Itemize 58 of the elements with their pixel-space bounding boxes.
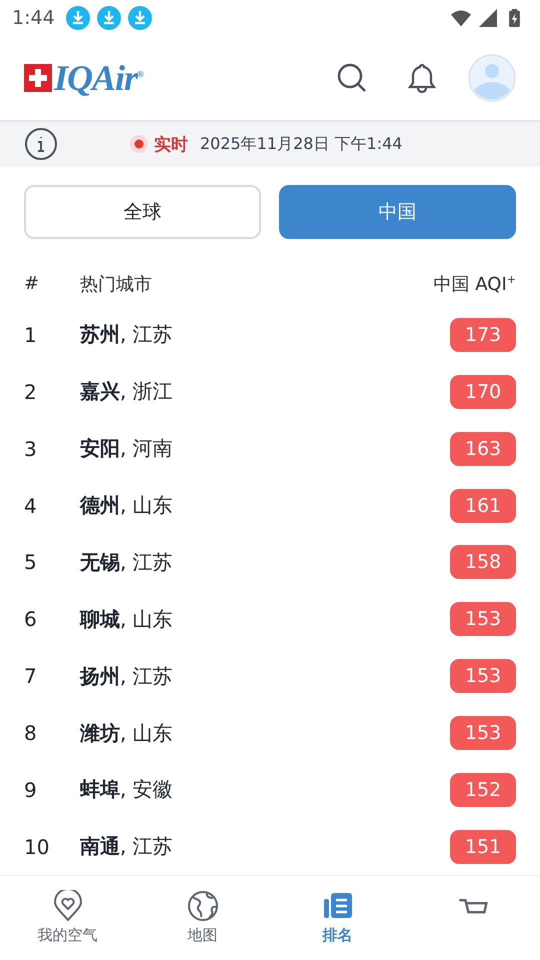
aqi-badge: 153 [450,716,516,750]
download-icon [66,6,90,30]
aqi-badge: 163 [450,432,516,466]
rank-number: 3 [24,436,38,461]
globe-icon [186,890,218,922]
nav-label: 我的空气 [38,926,98,946]
column-header: 热门城市 [80,272,153,296]
swiss-cross-icon [24,64,52,92]
scope-tab[interactable]: 中国 [279,184,516,239]
nav-tab[interactable]: 地图 [135,876,270,960]
live-label: 实时 [154,134,188,156]
aqi-badge: 152 [450,772,516,807]
nav-label: 排名 [322,926,352,946]
signal-icon [478,8,498,27]
aqi-badge: 161 [450,488,516,523]
city-name[interactable]: 嘉兴, 浙江 [80,378,450,406]
rank-number: 10 [24,834,50,859]
download-icon [128,6,152,30]
city-name[interactable]: 潍坊, 山东 [80,720,450,747]
aqi-badge: 153 [450,659,516,694]
city-name[interactable]: 聊城, 山东 [80,606,450,633]
battery-icon [509,8,520,27]
rank-number: 4 [24,494,38,518]
rank-number: 1 [24,322,38,347]
aqi-badge: 151 [450,830,516,864]
column-header: 中国 AQI$^{+}$ [434,272,516,296]
bell-icon[interactable] [406,62,438,94]
city-name[interactable]: 无锡, 江苏 [80,548,450,576]
wifi-icon [451,8,471,27]
nav-label: 地图 [188,926,218,946]
rank-number: 7 [24,664,38,688]
heart-pin-icon [52,890,84,922]
rank-number: 5 [24,550,38,574]
nav-tab[interactable]: 排名 [270,876,405,960]
aqi-badge: 158 [450,545,516,580]
city-name[interactable]: 苏州, 江苏 [80,321,450,348]
rank-number: 6 [24,607,38,632]
datetime-text: 2025年11月28日 下午1:44 [200,134,402,155]
city-name[interactable]: 南通, 江苏 [80,833,450,860]
city-name[interactable]: 德州, 山东 [80,492,450,520]
status-time: 1:44 [12,6,55,29]
aqi-badge: 153 [450,602,516,636]
search-icon[interactable] [336,62,368,94]
aqi-badge: 173 [450,318,516,352]
city-name[interactable]: 蚌埠, 安徽 [80,776,450,804]
cart-icon [458,899,488,914]
info-icon[interactable] [24,127,58,162]
download-icon [96,6,121,30]
aqi-badge: 170 [450,374,516,409]
live-dot-icon [130,135,148,154]
rank-number: 9 [24,778,38,802]
rank-number: 2 [24,380,38,404]
scope-tab[interactable]: 全球 [24,184,261,239]
city-name[interactable]: 扬州, 江苏 [80,662,450,690]
nav-tab[interactable]: 我的空气 [0,876,135,960]
column-header: # [24,273,40,294]
city-name[interactable]: 安阳, 河南 [80,435,450,462]
rank-number: 8 [24,721,38,746]
